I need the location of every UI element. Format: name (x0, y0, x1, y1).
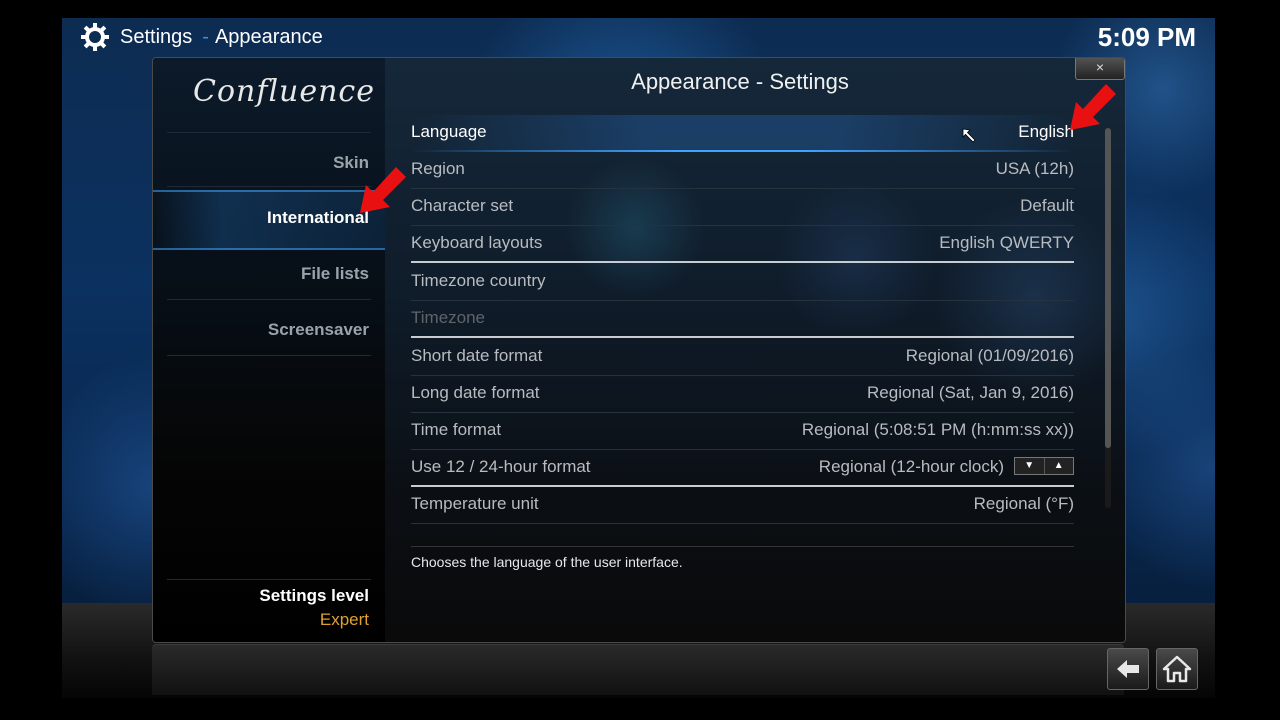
clock: 5:09 PM (1097, 22, 1196, 52)
setting-row-temperature-unit[interactable]: Temperature unit Regional (°F) (411, 487, 1074, 524)
home-icon (1162, 655, 1192, 683)
dialog-title: Appearance - Settings (631, 69, 849, 94)
gear-icon (81, 23, 109, 51)
settings-panel: Appearance - Settings × Language English… (385, 58, 1125, 642)
red-arrow-annotation (1070, 84, 1116, 130)
setting-row-keyboard-layouts[interactable]: Keyboard layouts English QWERTY (411, 226, 1074, 263)
spinner-down-button[interactable]: ▼ (1015, 458, 1045, 474)
setting-row-timezone-country[interactable]: Timezone country (411, 264, 1074, 301)
breadcrumb: Settings - Appearance (80, 22, 323, 52)
red-arrow-annotation (360, 167, 406, 213)
settings-level-label: Settings level (259, 586, 369, 605)
scrollbar[interactable] (1105, 128, 1111, 508)
sidebar-divider (167, 186, 371, 187)
sidebar-divider (167, 132, 371, 133)
spinner-up-button[interactable]: ▲ (1045, 458, 1074, 474)
setting-label: Time format (411, 420, 502, 439)
setting-value: Regional (01/09/2016) (905, 346, 1074, 365)
settings-level-value[interactable]: Expert (320, 610, 369, 630)
setting-value: USA (12h) (995, 159, 1074, 178)
setting-value: English (1018, 122, 1074, 141)
value-spinner: ▼ ▲ (1014, 457, 1074, 475)
scrollbar-thumb[interactable] (1105, 128, 1111, 448)
setting-label: Language (411, 122, 487, 141)
setting-value: Regional (°F) (973, 494, 1074, 513)
home-button[interactable] (1156, 648, 1198, 690)
setting-row-long-date-format[interactable]: Long date format Regional (Sat, Jan 9, 2… (411, 376, 1074, 413)
skin-logo: Confluence (193, 74, 375, 109)
setting-row-timezone: Timezone (411, 301, 1074, 338)
setting-label: Use 12 / 24-hour format (411, 457, 591, 476)
setting-label: Timezone (411, 308, 486, 327)
setting-value: Default (1020, 196, 1074, 215)
setting-label: Keyboard layouts (411, 233, 543, 252)
setting-label: Timezone country (411, 271, 546, 290)
sidebar-item-international[interactable]: International (267, 208, 369, 228)
setting-label: Long date format (411, 383, 540, 402)
setting-description: Chooses the language of the user interfa… (411, 554, 683, 570)
bottom-bar (152, 644, 1124, 695)
setting-value: Regional (Sat, Jan 9, 2016) (867, 383, 1074, 402)
sidebar-divider (167, 355, 371, 356)
sidebar-item-screensaver[interactable]: Screensaver (268, 320, 369, 340)
sidebar: Confluence Skin International File lists… (153, 58, 385, 642)
sidebar-divider (167, 579, 371, 580)
sidebar-divider (167, 299, 371, 300)
mouse-cursor-icon (962, 128, 976, 143)
setting-value: English QWERTY (939, 233, 1074, 252)
setting-label: Region (411, 159, 465, 178)
setting-row-clock-format[interactable]: Use 12 / 24-hour format Regional (12-hou… (411, 450, 1074, 487)
breadcrumb-separator: - (202, 25, 209, 48)
setting-label: Character set (411, 196, 514, 215)
setting-label: Temperature unit (411, 494, 539, 513)
setting-value: Regional (5:08:51 PM (h:mm:ss xx)) (801, 420, 1074, 439)
setting-value: Regional (12-hour clock) (818, 457, 1004, 476)
description-divider (411, 546, 1074, 547)
setting-label: Short date format (411, 346, 543, 365)
breadcrumb-subsection: Appearance (214, 25, 323, 48)
sidebar-item-file-lists[interactable]: File lists (301, 264, 369, 284)
close-button[interactable]: × (1075, 58, 1125, 80)
back-button[interactable] (1107, 648, 1149, 690)
setting-row-time-format[interactable]: Time format Regional (5:08:51 PM (h:mm:s… (411, 413, 1074, 450)
setting-row-short-date-format[interactable]: Short date format Regional (01/09/2016) (411, 339, 1074, 376)
setting-row-region[interactable]: Region USA (12h) (411, 152, 1074, 189)
breadcrumb-section: Settings (120, 25, 193, 48)
back-arrow-icon (1117, 660, 1139, 678)
settings-dialog: Confluence Skin International File lists… (152, 57, 1126, 643)
setting-row-character-set[interactable]: Character set Default (411, 189, 1074, 226)
